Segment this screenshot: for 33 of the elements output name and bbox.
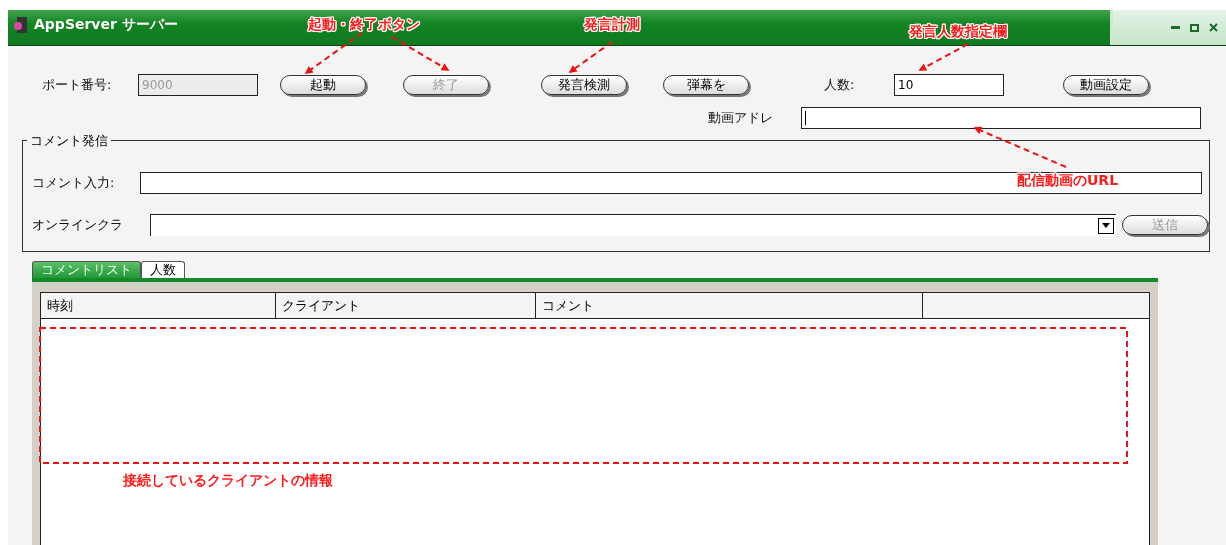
maximize-icon[interactable] — [1190, 23, 1199, 32]
annotation-label: 発言人数指定欄 — [909, 23, 1007, 41]
port-label: ポート番号: — [42, 76, 113, 94]
dropdown-arrow-icon[interactable] — [1102, 223, 1110, 228]
comment-label: コメント入力: — [32, 174, 116, 192]
client-dropdown[interactable] — [150, 214, 1116, 236]
annotation-label: 起動・終了ボタン — [308, 16, 420, 34]
video-address-label: 動画アドレ — [708, 109, 774, 127]
column-header[interactable]: コメント — [536, 293, 923, 318]
annotation-arrow — [304, 32, 363, 74]
client-label: オンラインクラ — [32, 216, 124, 234]
count-field[interactable]: 10 — [894, 74, 1004, 96]
text-cursor-icon — [805, 111, 806, 125]
annotation-label: 接続しているクライアントの情報 — [123, 472, 333, 490]
group-title: コメント発信 — [27, 132, 111, 150]
annotation-label: 発言計測 — [584, 16, 640, 34]
column-header[interactable]: 時刻 — [41, 293, 276, 318]
app-icon — [12, 16, 28, 34]
tab[interactable]: 人数 — [141, 261, 185, 278]
window-title: AppServer サーバー — [34, 16, 178, 34]
video-settings-button[interactable]: 動画設定 — [1063, 75, 1149, 95]
annotation-arrow — [568, 41, 613, 73]
count-label: 人数: — [824, 76, 856, 94]
action-button[interactable]: 起動 — [280, 75, 366, 95]
annotation-arrow — [391, 36, 450, 71]
annotation-arrow — [918, 43, 969, 71]
video-address-field[interactable] — [801, 107, 1201, 129]
annotation-label: 配信動画のURL — [1017, 172, 1119, 190]
column-header[interactable]: クライアント — [276, 293, 536, 318]
comment-field[interactable] — [140, 172, 1202, 194]
action-button[interactable]: 発言検測 — [541, 75, 627, 95]
close-icon[interactable] — [1209, 23, 1218, 32]
action-button[interactable]: 弾幕を — [663, 75, 749, 95]
